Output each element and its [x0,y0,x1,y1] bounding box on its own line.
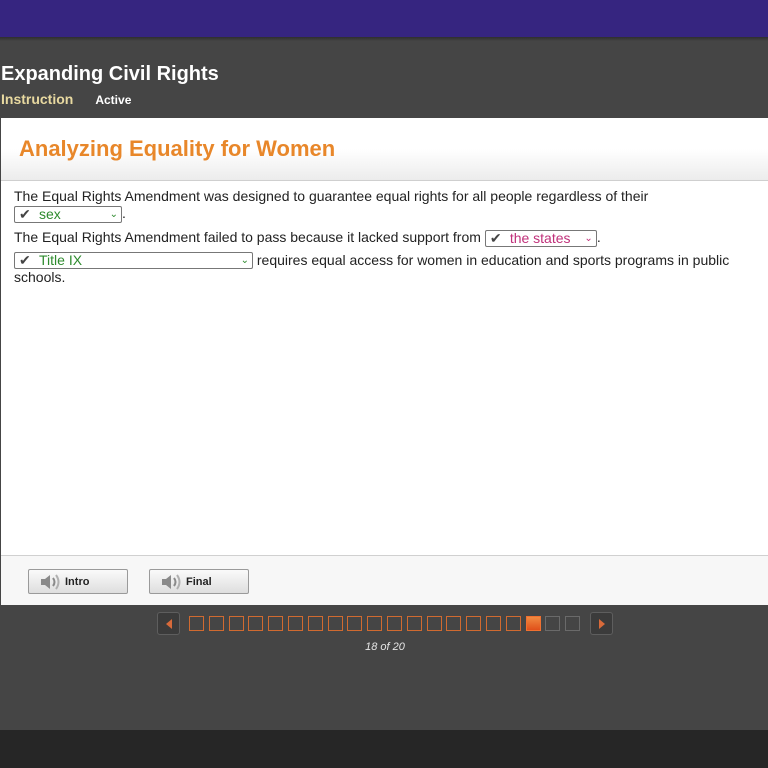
lesson-shell: Expanding Civil Rights Instruction Activ… [0,37,768,730]
page-indicator-9[interactable] [347,616,363,631]
check-icon: ✔ [19,252,31,269]
dropdown-value: sex [39,205,61,222]
dropdown-value: the states [509,229,571,246]
chevron-down-icon: ⌄ [584,232,593,244]
page-indicators [189,616,585,631]
chevron-down-icon: ⌄ [240,255,249,267]
page-indicator-13[interactable] [426,616,442,631]
speaker-icon [41,573,60,590]
button-label: Intro [65,575,90,588]
page-indicator-5[interactable] [268,616,284,631]
page-indicator-6[interactable] [287,616,303,631]
panel-footer: Intro Final [1,555,768,605]
speaker-icon [162,573,181,590]
arrow-right-icon [598,618,605,629]
question-text-end: . [122,205,126,221]
page-indicator-3[interactable] [228,616,244,631]
panel-header: Analyzing Equality for Women [1,118,768,181]
page-indicator-18[interactable] [525,616,541,631]
page-indicator-4[interactable] [248,616,264,631]
check-icon: ✔ [489,229,502,246]
page-indicator-7[interactable] [307,616,323,631]
check-icon: ✔ [19,205,31,222]
page-indicator-2[interactable] [208,616,224,631]
page-count: 18 of 20 [365,641,405,653]
question-text-end: . [596,228,601,245]
previous-page-button[interactable] [157,612,180,635]
page-indicator-10[interactable] [367,616,383,631]
answer-dropdown-2[interactable]: ✔ the states ⌄ [484,229,597,247]
answer-dropdown-1[interactable]: ✔ sex ⌄ [14,205,122,223]
page-indicator-8[interactable] [327,616,343,631]
tab-active[interactable]: Active [95,93,131,107]
page-indicator-11[interactable] [386,616,402,631]
question-1: The Equal Rights Amendment was designed … [14,188,755,223]
page-indicator-14[interactable] [446,616,462,631]
lesson-tabs: Instruction Active [1,91,131,107]
answer-dropdown-3[interactable]: ✔ Title IX ⌄ [14,252,253,270]
page-indicator-20 [565,616,581,631]
final-audio-button[interactable]: Final [149,569,249,594]
chevron-down-icon: ⌄ [109,208,118,220]
intro-audio-button[interactable]: Intro [28,569,128,594]
arrow-left-icon [165,618,172,629]
button-label: Final [186,575,212,588]
page-indicator-17[interactable] [505,616,521,631]
activity-title: Analyzing Equality for Women [19,136,336,161]
page-indicator-16[interactable] [485,616,501,631]
question-text: The Equal Rights Amendment was designed … [14,188,649,204]
lesson-title: Expanding Civil Rights [1,63,219,85]
next-page-button[interactable] [590,612,613,635]
activity-panel: Analyzing Equality for Women The Equal R… [1,118,768,605]
question-text: The Equal Rights Amendment failed to pas… [14,228,481,245]
tab-instruction[interactable]: Instruction [1,91,73,107]
questions: The Equal Rights Amendment was designed … [1,181,768,286]
page-indicator-12[interactable] [406,616,422,631]
dropdown-value: Title IX [39,252,83,269]
top-bar [0,0,768,37]
question-3: ✔ Title IX ⌄ requires equal access for wo… [14,252,755,287]
page-indicator-15[interactable] [466,616,482,631]
page-navigator [0,611,768,635]
question-2: The Equal Rights Amendment failed to pas… [14,229,755,247]
page-indicator-19 [545,616,561,631]
page-indicator-1[interactable] [189,616,204,631]
